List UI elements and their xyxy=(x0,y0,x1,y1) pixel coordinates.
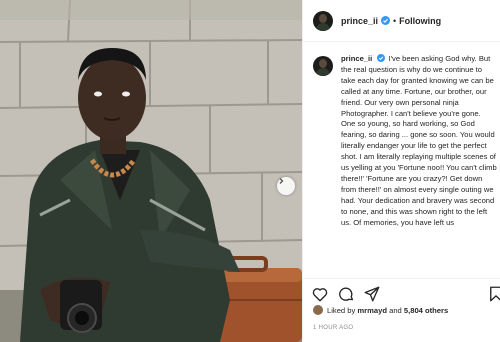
post-photo[interactable] xyxy=(0,0,302,342)
verified-badge-icon xyxy=(381,16,391,25)
likes-prefix: Liked by xyxy=(327,305,356,315)
heart-icon[interactable] xyxy=(311,285,329,303)
likes-count-link[interactable]: 5,804 others xyxy=(404,306,448,315)
following-button[interactable]: Following xyxy=(399,16,441,26)
username-link[interactable]: prince_ii xyxy=(341,16,378,26)
post-timestamp[interactable]: 1 HOUR AGO xyxy=(313,325,353,331)
bookmark-icon[interactable] xyxy=(487,285,500,303)
liker-avatar[interactable] xyxy=(313,305,323,315)
likes-conjunction: and xyxy=(389,305,402,315)
comment-icon[interactable] xyxy=(337,285,355,303)
liker-username-link[interactable]: mrmayd xyxy=(357,306,387,315)
caption-username-link[interactable]: prince_ii xyxy=(341,54,372,63)
likes-summary: Liked by mrmayd and 5,804 others xyxy=(313,305,448,315)
photo-illustration xyxy=(0,0,302,342)
caption-avatar[interactable] xyxy=(313,56,333,76)
post-caption: prince_ii I've been asking God why. But … xyxy=(313,54,497,276)
post-actions-bar xyxy=(303,278,500,308)
caption-body: I've been asking God why. But the real q… xyxy=(341,54,497,227)
post-side-panel: prince_ii • Following prince_ii I've bee… xyxy=(302,0,500,342)
post-header: prince_ii • Following xyxy=(303,0,500,42)
next-photo-button[interactable] xyxy=(277,177,295,195)
verified-badge-icon xyxy=(377,54,386,63)
share-icon[interactable] xyxy=(363,285,381,303)
avatar[interactable] xyxy=(313,10,333,31)
header-separator: • xyxy=(393,15,397,26)
caption-text-block: prince_ii I've been asking God why. But … xyxy=(341,54,497,276)
